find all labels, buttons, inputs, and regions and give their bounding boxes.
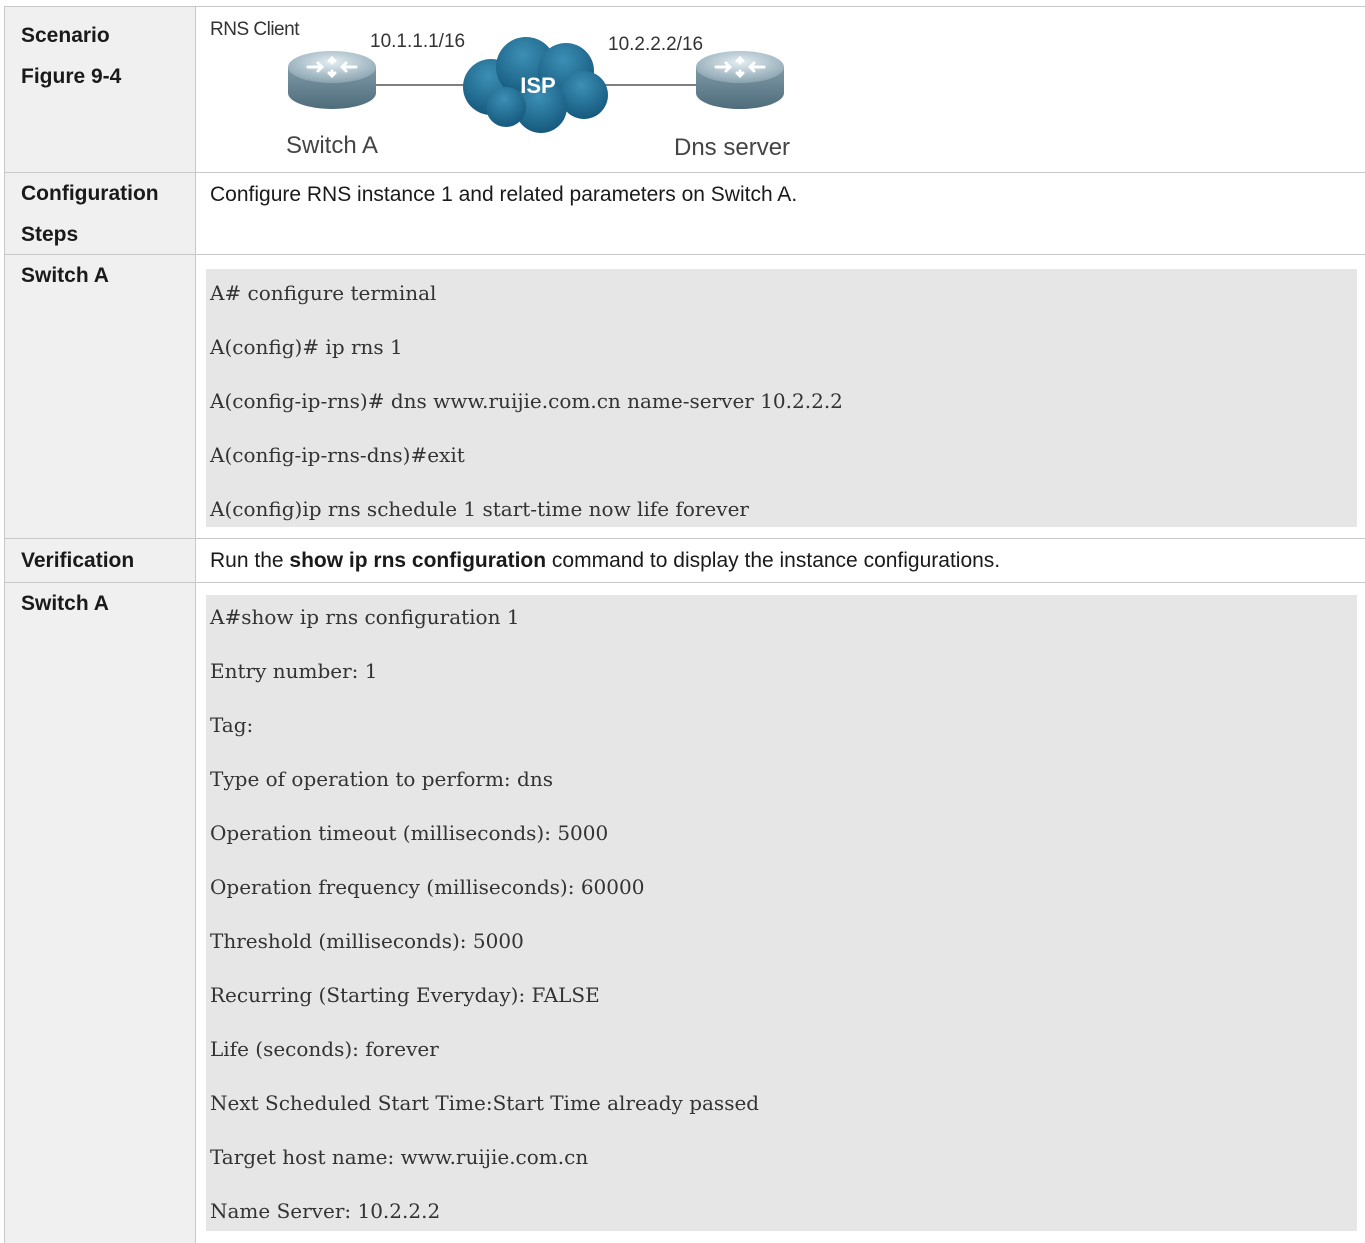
- config-label: Configuration: [21, 182, 159, 205]
- row-label-cell: Verification: [4, 539, 196, 583]
- code-line: Operation timeout (milliseconds): 5000: [210, 821, 609, 845]
- code-line: Type of operation to perform: dns: [210, 767, 553, 791]
- code-line: Life (seconds): forever: [210, 1037, 439, 1061]
- config-steps-text: Configure RNS instance 1 and related par…: [210, 183, 798, 206]
- switch-a-config-row: Switch A A# configure terminal A(config)…: [4, 254, 1365, 539]
- dns-server-label: Dns server: [674, 134, 790, 161]
- verification-command: show ip rns configuration: [289, 549, 547, 572]
- code-line: A(config-ip-rns-dns)#exit: [210, 443, 465, 467]
- isp-label: ISP: [520, 73, 555, 98]
- switch-a-label: Switch A: [21, 592, 109, 615]
- code-line: Next Scheduled Start Time:Start Time alr…: [210, 1091, 760, 1115]
- steps-label: Steps: [21, 223, 79, 246]
- ip-left-label: 10.1.1.1/16: [370, 31, 465, 52]
- row-label-cell: Configuration Steps: [4, 173, 196, 255]
- content-cell: A#show ip rns configuration 1 Entry numb…: [196, 583, 1365, 1243]
- switch-a-label: Switch A: [21, 264, 109, 287]
- row-label-cell: Switch A: [4, 255, 196, 539]
- code-line: Entry number: 1: [210, 659, 378, 683]
- row-label-cell: Switch A: [4, 583, 196, 1243]
- router-icon: [696, 51, 784, 109]
- code-line: Target host name: www.ruijie.com.cn: [210, 1145, 589, 1169]
- diagram-cell: ISP RNS Client 10.1.1.1/16 10.2.2.2/16 S…: [196, 7, 1365, 173]
- code-line: Name Server: 10.2.2.2: [210, 1199, 441, 1223]
- code-line: Tag:: [210, 713, 254, 737]
- router-icon: [288, 51, 376, 109]
- code-line: A(config-ip-rns)# dns www.ruijie.com.cn …: [210, 389, 843, 413]
- verification-text-suffix: command to display the instance configur…: [546, 549, 1001, 572]
- code-block: A# configure terminal A(config)# ip rns …: [206, 269, 1357, 527]
- code-line: A# configure terminal: [210, 281, 437, 305]
- code-line: A#show ip rns configuration 1: [210, 605, 520, 629]
- code-line: Threshold (milliseconds): 5000: [210, 929, 524, 953]
- config-steps-row: Configuration Steps Configure RNS instan…: [4, 172, 1365, 255]
- network-diagram: ISP RNS Client 10.1.1.1/16 10.2.2.2/16 S…: [210, 19, 790, 161]
- verification-row: Verification Run the show ip rns configu…: [4, 538, 1365, 583]
- code-line: Operation frequency (milliseconds): 6000…: [210, 875, 645, 899]
- figure-label: Figure 9-4: [21, 65, 122, 88]
- content-cell: Configure RNS instance 1 and related par…: [196, 173, 1365, 255]
- code-block: A#show ip rns configuration 1 Entry numb…: [206, 595, 1357, 1231]
- ip-right-label: 10.2.2.2/16: [608, 34, 703, 55]
- row-label-cell: Scenario Figure 9-4: [4, 7, 196, 173]
- code-line: Recurring (Starting Everyday): FALSE: [210, 983, 600, 1007]
- verification-text: Run the show ip rns configuration comman…: [210, 549, 1000, 573]
- content-cell: Run the show ip rns configuration comman…: [196, 539, 1365, 583]
- content-cell: A# configure terminal A(config)# ip rns …: [196, 255, 1365, 539]
- code-line: A(config)# ip rns 1: [210, 335, 403, 359]
- scenario-row: Scenario Figure 9-4 ISP RNS Client 10.1.…: [4, 6, 1365, 173]
- rns-client-label: RNS Client: [210, 19, 300, 40]
- switch-a-show-row: Switch A A#show ip rns configuration 1 E…: [4, 582, 1365, 1243]
- switch-a-label: Switch A: [286, 132, 378, 159]
- verification-label: Verification: [21, 549, 135, 572]
- code-line: A(config)ip rns schedule 1 start-time no…: [210, 497, 749, 521]
- scenario-label: Scenario: [21, 24, 110, 47]
- verification-text-prefix: Run the: [210, 549, 290, 572]
